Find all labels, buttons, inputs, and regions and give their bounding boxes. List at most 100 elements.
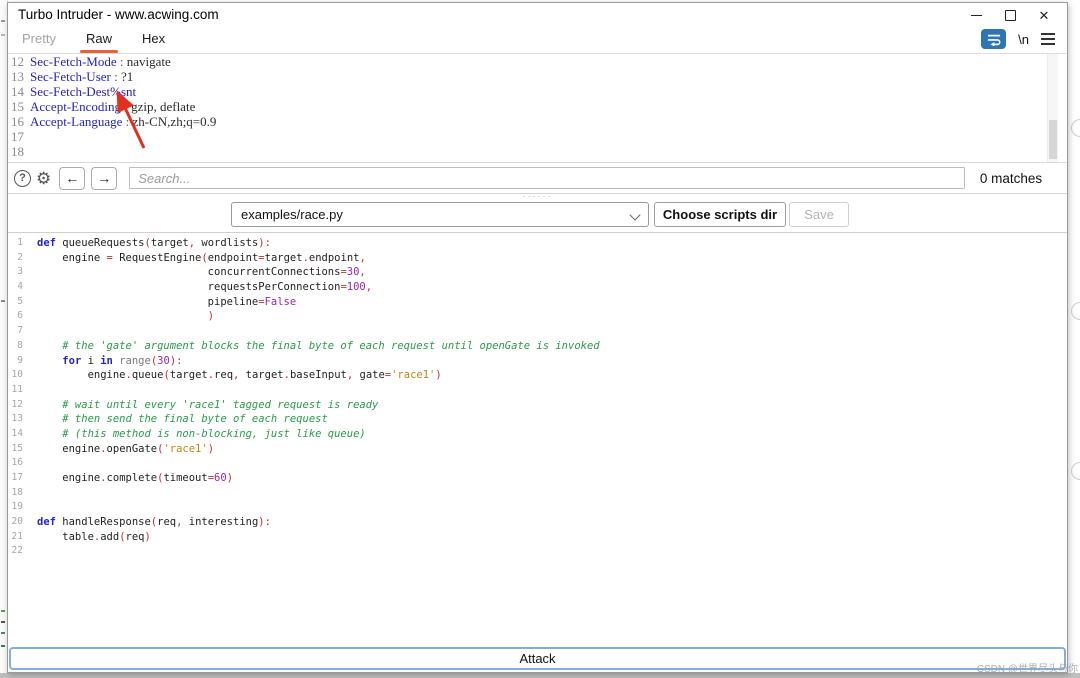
code-token: i bbox=[81, 354, 101, 367]
code-token: interesting bbox=[182, 516, 259, 529]
code-line: 18 bbox=[8, 486, 1067, 501]
code-token: ) bbox=[207, 442, 215, 455]
code-line-number: 18 bbox=[11, 486, 23, 498]
code-token: queue bbox=[131, 369, 164, 382]
code-token: engine bbox=[37, 442, 101, 455]
minimize-icon bbox=[970, 14, 982, 16]
code-line-number: 10 bbox=[11, 369, 23, 381]
code-line-text: pipeline=False bbox=[23, 295, 297, 310]
background-page-bottom-strip bbox=[0, 673, 1080, 678]
request-line-text: Sec-Fetch-Dest%snt bbox=[30, 84, 137, 99]
minimize-button[interactable] bbox=[959, 3, 993, 27]
code-token: 'race1' bbox=[163, 442, 208, 455]
request-line: 12 Sec-Fetch-Mode : navigate bbox=[8, 54, 1067, 69]
code-line: 22 bbox=[8, 544, 1067, 559]
choose-scripts-dir-button[interactable]: Choose scripts dir bbox=[654, 202, 786, 227]
code-token: endpoint bbox=[207, 251, 259, 264]
show-newlines-toggle[interactable]: \n bbox=[1018, 32, 1029, 47]
gear-icon[interactable]: ⚙ bbox=[36, 170, 51, 187]
code-token: req bbox=[157, 516, 177, 529]
code-token: queueRequests bbox=[55, 237, 145, 249]
splitter-handle[interactable]: ······ bbox=[523, 192, 553, 201]
code-line: 16 bbox=[8, 456, 1067, 471]
code-line-number: 13 bbox=[11, 413, 23, 425]
code-token: add bbox=[100, 530, 120, 543]
menu-button[interactable] bbox=[1041, 33, 1055, 45]
window-title: Turbo Intruder - www.acwing.com bbox=[18, 7, 219, 22]
code-line: 7 bbox=[8, 324, 1067, 339]
code-token: req bbox=[214, 369, 234, 382]
code-token: False bbox=[264, 295, 297, 308]
attack-button[interactable]: Attack bbox=[9, 647, 1066, 670]
code-line: 19 bbox=[8, 500, 1067, 515]
code-token: engine bbox=[37, 472, 101, 484]
help-icon[interactable]: ? bbox=[14, 169, 31, 187]
code-line-number: 3 bbox=[17, 266, 23, 278]
request-line: 14 Sec-Fetch-Dest%snt bbox=[8, 84, 1067, 99]
code-line-text: # then send the final byte of each reque… bbox=[23, 412, 328, 427]
search-bar: ? ⚙ ← → 0 matches bbox=[8, 163, 1067, 194]
code-line-number: 8 bbox=[17, 339, 23, 351]
background-float-icon bbox=[1071, 462, 1080, 480]
code-line: 6 ) bbox=[8, 309, 1067, 324]
code-line: 14 # (this method is non-blocking, just … bbox=[8, 427, 1067, 442]
word-wrap-icon bbox=[987, 34, 1001, 46]
tab-raw[interactable]: Raw bbox=[79, 27, 119, 53]
request-line: 16 Accept-Language : zh-CN,zh;q=0.9 bbox=[8, 114, 1067, 129]
code-token: target bbox=[150, 237, 189, 249]
code-line-text: def handleResponse(req, interesting): bbox=[23, 515, 271, 530]
previous-match-button[interactable]: ← bbox=[59, 166, 86, 190]
tab-hex[interactable]: Hex bbox=[140, 27, 167, 53]
code-line-number: 21 bbox=[11, 530, 23, 542]
code-token: 30 bbox=[157, 354, 170, 367]
code-line-number: 12 bbox=[11, 398, 23, 410]
tab-pretty[interactable]: Pretty bbox=[20, 27, 58, 53]
code-token: engine bbox=[37, 251, 107, 264]
code-token: ): bbox=[258, 516, 271, 529]
request-line-text: Accept-Encoding : gzip, deflate bbox=[30, 99, 196, 114]
script-select[interactable]: examples/race.py bbox=[231, 202, 649, 227]
code-line-number: 2 bbox=[17, 251, 23, 263]
code-token: complete bbox=[106, 472, 158, 484]
request-line-number: 14 bbox=[11, 84, 24, 99]
request-scrollbar[interactable] bbox=[1047, 54, 1058, 162]
request-line-number: 12 bbox=[11, 54, 24, 69]
request-line-text: Sec-Fetch-User : ?1 bbox=[30, 69, 134, 84]
maximize-button[interactable] bbox=[993, 3, 1027, 27]
code-line-number: 4 bbox=[17, 281, 23, 293]
python-script-editor[interactable]: 1 def queueRequests(target, wordlists): 2 … bbox=[8, 233, 1067, 652]
background-page-right-edge bbox=[1068, 0, 1080, 673]
search-input[interactable] bbox=[129, 167, 965, 189]
word-wrap-toggle-button[interactable] bbox=[981, 29, 1007, 49]
code-token: concurrentConnections bbox=[37, 266, 341, 279]
code-token: def bbox=[37, 516, 56, 529]
code-token: for bbox=[62, 354, 82, 367]
code-line-number: 11 bbox=[11, 383, 23, 395]
background-float-icon bbox=[1071, 302, 1080, 320]
request-line: 17 bbox=[8, 129, 1067, 144]
save-button[interactable]: Save bbox=[789, 202, 849, 227]
code-token: endpoint bbox=[308, 251, 360, 264]
request-editor[interactable]: 12 Sec-Fetch-Mode : navigate 13 Sec-Fetch-U… bbox=[8, 54, 1067, 163]
next-match-button[interactable]: → bbox=[91, 166, 118, 190]
code-line-number: 22 bbox=[11, 545, 23, 557]
title-bar[interactable]: Turbo Intruder - www.acwing.com ✕ bbox=[8, 3, 1067, 27]
code-line: 10 engine.queue(target.req, target.baseI… bbox=[8, 368, 1067, 383]
code-line-text: # (this method is non-blocking, just lik… bbox=[23, 427, 365, 442]
request-line-text bbox=[25, 144, 30, 159]
code-token: ) bbox=[226, 472, 234, 484]
background-float-icon bbox=[1071, 119, 1080, 137]
code-line: 5 pipeline=False bbox=[8, 295, 1067, 310]
code-line-text: engine.complete(timeout=60) bbox=[23, 471, 233, 486]
request-scrollbar-thumb[interactable] bbox=[1049, 120, 1057, 159]
code-line-text: for i in range(30): bbox=[23, 354, 182, 369]
code-token: # wait until every 'race1' tagged reques… bbox=[37, 398, 379, 411]
code-token: gate bbox=[353, 369, 385, 382]
close-button[interactable]: ✕ bbox=[1027, 3, 1061, 27]
code-token: , bbox=[359, 266, 366, 279]
